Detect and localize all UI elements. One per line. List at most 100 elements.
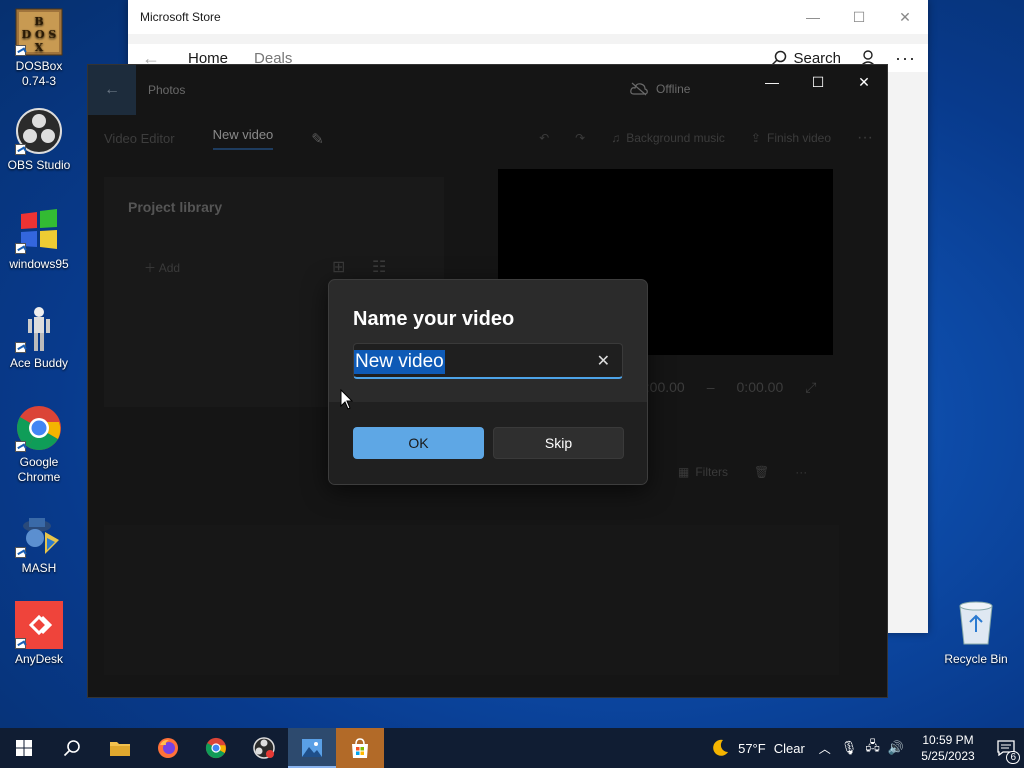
close-icon[interactable]: ✕ <box>882 0 928 34</box>
add-media-button[interactable]: ＋ Add <box>144 259 180 276</box>
desktop-icon-label: windows95 <box>9 257 69 271</box>
redo-icon[interactable]: ↷ <box>575 131 585 145</box>
edit-pencil-icon[interactable]: ✎ <box>311 130 324 148</box>
offline-label: Offline <box>656 82 691 96</box>
name-video-dialog: Name your video New video ✕ OK Skip <box>328 279 648 485</box>
obs-icon <box>15 107 63 155</box>
dosbox-logo-text: B <box>34 15 43 28</box>
back-button[interactable]: ← <box>88 65 136 115</box>
desktop-icon-mash[interactable]: MASH <box>1 510 77 576</box>
mash-icon <box>15 510 63 558</box>
svg-text:X: X <box>35 41 44 54</box>
microphone-icon[interactable]: 🎙 <box>841 740 858 756</box>
editor-toolbar: ↶ ↷ ♫ Background music ⇪ Finish video ··… <box>539 129 873 147</box>
taskbar-file-explorer[interactable] <box>96 728 144 768</box>
photos-app-title: Photos <box>148 83 186 97</box>
tab-video-editor[interactable]: Video Editor <box>104 131 175 146</box>
desktop-icon-recycle-bin[interactable]: Recycle Bin <box>941 600 1011 666</box>
clock-date: 5/25/2023 <box>921 749 975 763</box>
video-name-input[interactable]: New video ✕ <box>353 343 623 379</box>
firefox-icon <box>158 738 178 758</box>
shortcut-arrow-icon <box>15 342 26 353</box>
network-icon[interactable]: 🖧 <box>865 737 880 759</box>
start-button[interactable] <box>0 728 48 768</box>
desktop-icon-google-chrome[interactable]: Google Chrome <box>1 404 77 485</box>
cloud-offline-icon <box>630 82 648 96</box>
dialog-footer: OK Skip <box>329 402 647 484</box>
maximize-icon[interactable]: ☐ <box>836 0 882 34</box>
dialog-title: Name your video <box>353 308 515 330</box>
chrome-icon <box>15 404 63 452</box>
time-separator: – <box>706 379 715 395</box>
recycle-bin-icon <box>959 601 993 645</box>
finish-video-button[interactable]: ⇪ Finish video <box>751 131 831 145</box>
ok-button[interactable]: OK <box>353 427 484 459</box>
taskbar-microsoft-store[interactable] <box>336 728 384 768</box>
skip-button[interactable]: Skip <box>493 427 624 459</box>
more-options-icon[interactable]: ··· <box>895 48 916 69</box>
windows95-icon <box>15 206 63 254</box>
clock[interactable]: 10:59 PM 5/25/2023 <box>908 732 988 764</box>
chevron-up-icon[interactable]: ︿ <box>819 740 831 757</box>
volume-icon[interactable]: 🔊 <box>888 740 904 756</box>
export-icon: ⇪ <box>750 131 761 145</box>
store-window-controls: — ☐ ✕ <box>790 0 928 34</box>
more-options-icon[interactable]: ··· <box>857 129 873 147</box>
delete-icon[interactable]: 🗑 <box>754 465 769 479</box>
taskbar-obs[interactable] <box>240 728 288 768</box>
desktop-icon-label: Ace Buddy <box>9 356 69 370</box>
total-time: 0:00.00 <box>736 379 784 395</box>
notification-center-button[interactable]: 6 <box>988 740 1024 764</box>
music-note-icon: ♫ <box>611 131 621 145</box>
plus-icon: ＋ <box>144 261 157 275</box>
weather-temp: 57°F <box>738 740 766 756</box>
weather-condition: Clear <box>773 740 805 756</box>
more-options-icon[interactable]: ··· <box>795 465 807 479</box>
back-arrow-icon: ← <box>104 81 120 98</box>
maximize-icon[interactable]: ☐ <box>795 65 841 99</box>
weather-widget[interactable]: 57°F Clear <box>710 738 805 758</box>
desktop-icon-ace-buddy[interactable]: Ace Buddy <box>1 305 77 371</box>
photos-icon <box>302 739 322 757</box>
clear-input-icon[interactable]: ✕ <box>597 351 610 371</box>
desktop-icon-windows95[interactable]: windows95 <box>1 206 77 272</box>
project-library-title: Project library <box>128 199 223 215</box>
shortcut-arrow-icon <box>15 441 26 452</box>
photos-window-controls: — ☐ ✕ <box>749 65 887 99</box>
list-view-icon[interactable]: ☷ <box>372 257 386 277</box>
taskbar-chrome[interactable] <box>192 728 240 768</box>
taskbar-photos[interactable] <box>288 728 336 768</box>
filters-button[interactable]: ▦ Filters <box>678 465 728 479</box>
store-bag-icon <box>352 738 368 758</box>
dosbox-icon: B D O S X <box>15 8 63 56</box>
undo-icon[interactable]: ↶ <box>539 131 549 145</box>
moon-icon <box>713 739 729 756</box>
chrome-icon <box>205 737 227 759</box>
clock-time: 10:59 PM <box>922 733 974 747</box>
tab-new-video[interactable]: New video <box>212 127 273 150</box>
system-tray: 57°F Clear ︿ 🎙 🖧 🔊 10:59 PM 5/25/2023 6 <box>710 728 1024 768</box>
close-icon[interactable]: ✕ <box>841 65 887 99</box>
obs-recording-icon <box>253 737 275 759</box>
mouse-cursor-icon <box>340 389 354 410</box>
grid-view-icon[interactable]: ⊞ <box>332 257 345 277</box>
search-icon <box>63 740 80 757</box>
fullscreen-icon[interactable]: ⤢ <box>805 379 816 396</box>
offline-status: Offline <box>630 82 690 96</box>
desktop-icon-obs-studio[interactable]: OBS Studio <box>1 107 77 173</box>
minimize-icon[interactable]: — <box>749 65 795 99</box>
taskbar-search-button[interactable] <box>48 728 96 768</box>
desktop-icon-anydesk[interactable]: AnyDesk <box>1 601 77 667</box>
photos-titlebar: ← Photos Offline — ☐ ✕ <box>88 65 887 115</box>
notification-count-badge: 6 <box>1006 751 1020 764</box>
minimize-icon[interactable]: — <box>790 0 836 34</box>
shortcut-arrow-icon <box>15 243 26 254</box>
editor-tabs: Video Editor New video ✎ <box>104 127 324 150</box>
desktop-icon-label: MASH <box>21 561 57 575</box>
store-window-title: Microsoft Store <box>140 10 221 24</box>
taskbar-firefox[interactable] <box>144 728 192 768</box>
windows-logo-icon <box>16 740 32 756</box>
desktop-icon-dosbox[interactable]: B D O S X DOSBox 0.74-3 <box>1 8 77 89</box>
background-music-button[interactable]: ♫ Background music <box>611 131 725 145</box>
filters-label: Filters <box>695 465 729 479</box>
